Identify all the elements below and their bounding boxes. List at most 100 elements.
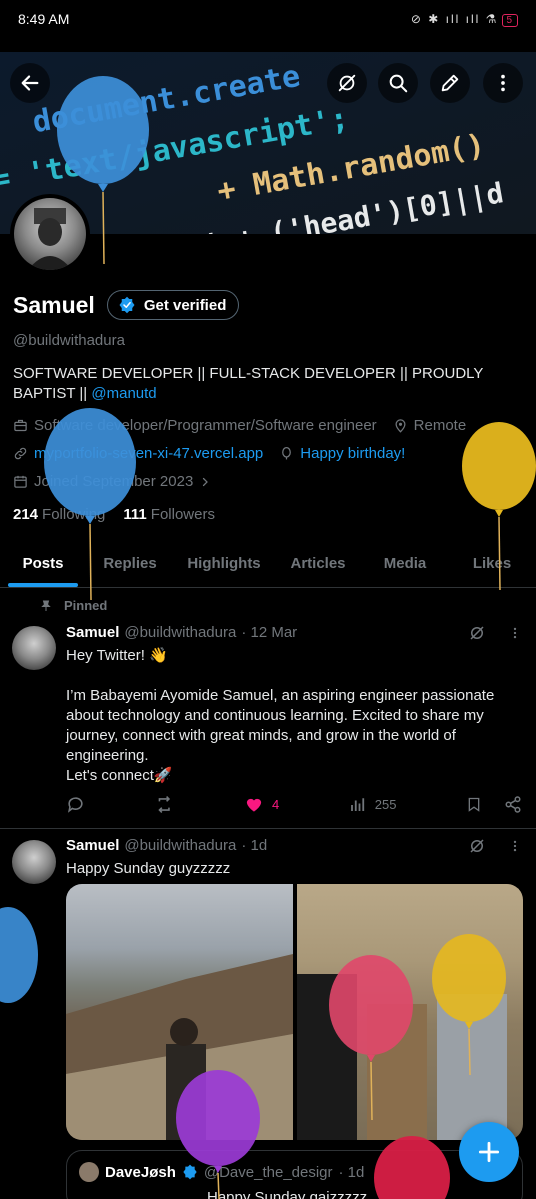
grok-icon[interactable] bbox=[468, 837, 486, 855]
quote-header: DaveJøsh @Dave_the_desigr · 1d bbox=[79, 1162, 364, 1182]
grok-button[interactable] bbox=[327, 63, 367, 103]
following-stat[interactable]: 214 Following bbox=[13, 506, 105, 523]
post-text: Hey Twitter! 👋 I’m Babayemi Ayomide Samu… bbox=[66, 647, 495, 784]
group-photo bbox=[296, 974, 507, 1140]
get-verified-button[interactable]: Get verified bbox=[106, 290, 240, 320]
name-row: Samuel Get verified bbox=[13, 290, 240, 320]
post-time: · 12 Mar bbox=[241, 624, 298, 641]
post-tools bbox=[468, 624, 522, 642]
profile-meta-row-1: Software developer/Programmer/Software e… bbox=[13, 417, 466, 434]
balloon-icon bbox=[282, 446, 292, 460]
post-image-street[interactable] bbox=[66, 884, 293, 1140]
plus-icon bbox=[478, 1141, 500, 1163]
post-header: Samuel @buildwithadura · 1d bbox=[66, 837, 267, 854]
following-label: Following bbox=[42, 506, 106, 523]
birthday-item[interactable]: Happy birthday! bbox=[279, 445, 405, 462]
profile-name: Samuel bbox=[13, 291, 95, 318]
location-pin-icon bbox=[395, 419, 406, 433]
profession-text: Software developer/Programmer/Software e… bbox=[34, 417, 377, 434]
post-actions: 4 255 bbox=[66, 795, 522, 814]
reply-button[interactable] bbox=[66, 795, 85, 814]
tab-replies[interactable]: Replies bbox=[86, 540, 174, 587]
like-count: 4 bbox=[272, 797, 280, 812]
repost-button[interactable] bbox=[155, 795, 175, 814]
bookmark-icon[interactable] bbox=[466, 795, 482, 814]
status-bar: 8:49 AM ⊘ ✱ ıll ıll ⚗ 5 bbox=[0, 0, 536, 38]
post-image-group[interactable] bbox=[296, 884, 523, 1140]
tab-articles[interactable]: Articles bbox=[274, 540, 362, 587]
status-icons: ⊘ ✱ ıll ıll ⚗ 5 bbox=[411, 12, 518, 27]
post-handle[interactable]: @buildwithadura bbox=[124, 624, 236, 641]
profile-meta-row-3: Joined September 2023 bbox=[13, 473, 211, 490]
following-count: 214 bbox=[13, 506, 39, 523]
quote-avatar bbox=[79, 1162, 99, 1182]
website-item[interactable]: myportfolio-seven-xi-47.vercel.app bbox=[13, 445, 263, 462]
heart-filled-icon bbox=[246, 798, 262, 812]
pinned-label: Pinned bbox=[64, 598, 108, 613]
tab-posts[interactable]: Posts bbox=[0, 540, 86, 587]
back-button[interactable] bbox=[10, 63, 50, 103]
get-verified-label: Get verified bbox=[143, 296, 227, 314]
bio-mention-link[interactable]: @manutd bbox=[91, 385, 156, 402]
post-divider bbox=[0, 828, 536, 829]
post-avatar[interactable] bbox=[12, 840, 56, 884]
quote-text: Happy Sunday gaizzzzz bbox=[207, 1189, 368, 1199]
location-item: Remote bbox=[393, 417, 467, 434]
avatar-photo bbox=[28, 208, 72, 270]
briefcase-icon bbox=[14, 419, 27, 432]
search-button[interactable] bbox=[378, 63, 418, 103]
more-vertical-icon[interactable] bbox=[508, 624, 522, 642]
street-photo bbox=[66, 954, 293, 1140]
post-header: Samuel @buildwithadura · 12 Mar bbox=[66, 624, 297, 641]
post-author[interactable]: Samuel bbox=[66, 837, 119, 854]
profile-avatar[interactable] bbox=[10, 194, 90, 274]
chevron-right-icon[interactable] bbox=[199, 476, 211, 488]
quoted-post[interactable]: DaveJøsh @Dave_the_desigr · 1d Happy Sun… bbox=[66, 1150, 523, 1199]
followers-stat[interactable]: 111 Followers bbox=[123, 506, 215, 523]
post-handle[interactable]: @buildwithadura bbox=[124, 837, 236, 854]
verified-badge-icon bbox=[119, 296, 135, 314]
balloon-blue-icon bbox=[0, 907, 38, 1003]
more-options-button[interactable] bbox=[483, 63, 523, 103]
arrow-left-icon bbox=[21, 75, 39, 91]
reply-icon bbox=[67, 797, 83, 813]
quote-handle: @Dave_the_desigr bbox=[203, 1163, 333, 1181]
profile-handle: @buildwithadura bbox=[13, 332, 125, 349]
repost-icon bbox=[157, 796, 170, 813]
link-icon bbox=[14, 447, 27, 460]
post-author[interactable]: Samuel bbox=[66, 624, 119, 641]
pencil-icon bbox=[441, 74, 459, 92]
post-avatar[interactable] bbox=[12, 626, 56, 670]
followers-label: Followers bbox=[150, 506, 215, 523]
view-count: 255 bbox=[374, 797, 397, 812]
more-vertical-icon[interactable] bbox=[508, 837, 522, 855]
website-link[interactable]: myportfolio-seven-xi-47.vercel.app bbox=[34, 445, 263, 462]
calendar-icon bbox=[14, 475, 27, 488]
profile-bio: SOFTWARE DEVELOPER || FULL-STACK DEVELOP… bbox=[13, 364, 513, 404]
post-time: · 1d bbox=[241, 837, 268, 854]
share-icon[interactable] bbox=[504, 795, 522, 814]
grok-icon bbox=[338, 74, 356, 92]
bookmark-share-group bbox=[466, 795, 522, 814]
grok-icon[interactable] bbox=[468, 624, 486, 642]
location-text: Remote bbox=[413, 417, 467, 434]
profession-item: Software developer/Programmer/Software e… bbox=[13, 417, 377, 434]
battery-icon: 5 bbox=[502, 13, 518, 27]
tab-likes[interactable]: Likes bbox=[448, 540, 536, 587]
birthday-text[interactable]: Happy birthday! bbox=[300, 445, 405, 462]
compose-post-button[interactable] bbox=[459, 1122, 519, 1182]
tab-media[interactable]: Media bbox=[362, 540, 448, 587]
joined-item: Joined September 2023 bbox=[13, 473, 211, 490]
tab-highlights[interactable]: Highlights bbox=[174, 540, 274, 587]
post-media-grid[interactable] bbox=[66, 884, 523, 1140]
edit-button[interactable] bbox=[430, 63, 470, 103]
quote-author: DaveJøsh bbox=[105, 1163, 176, 1181]
joined-text: Joined September 2023 bbox=[34, 473, 194, 490]
quote-time: · 1d bbox=[338, 1163, 365, 1181]
profile-meta-row-2: myportfolio-seven-xi-47.vercel.app Happy… bbox=[13, 445, 405, 462]
bio-text: SOFTWARE DEVELOPER || FULL-STACK DEVELOP… bbox=[13, 365, 484, 402]
views-button[interactable]: 255 bbox=[349, 796, 397, 814]
profile-tabs: Posts Replies Highlights Articles Media … bbox=[0, 540, 536, 588]
post-tools bbox=[468, 837, 522, 855]
like-button[interactable]: 4 bbox=[244, 795, 279, 814]
